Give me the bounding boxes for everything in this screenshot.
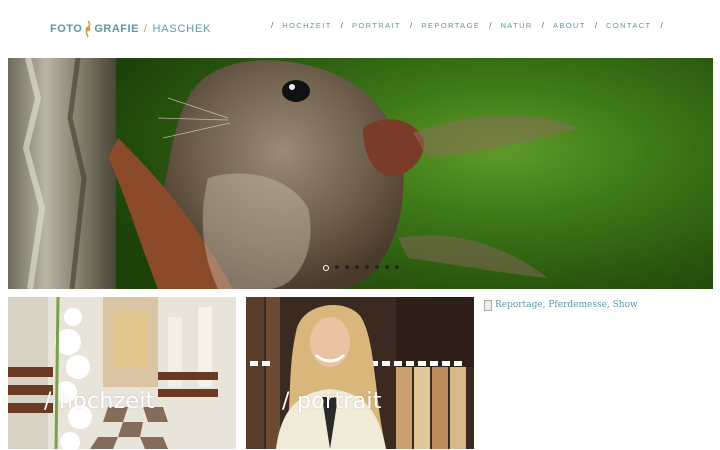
tile-label: / hochzeit xyxy=(44,389,155,414)
slider-dot[interactable] xyxy=(344,265,349,269)
logo-text-grafie: GRAFIE xyxy=(94,23,139,35)
nav-separator: / xyxy=(271,20,274,30)
tile-hochzeit[interactable]: / hochzeit xyxy=(8,297,236,449)
broken-image-icon xyxy=(484,299,492,311)
nav-item-about[interactable]: ABOUT xyxy=(553,21,586,30)
nav-separator: / xyxy=(594,20,598,30)
site-logo[interactable]: FOTO GRAFIE / HASCHEK xyxy=(50,20,211,38)
nav-item-hochzeit[interactable]: HOCHZEIT xyxy=(282,21,332,30)
nav-separator: / xyxy=(340,20,343,30)
squirrel-photo xyxy=(8,58,578,289)
slider-dot[interactable] xyxy=(374,265,379,269)
slider-dot[interactable] xyxy=(354,265,359,269)
slider-dot[interactable] xyxy=(384,265,389,269)
logo-separator: / xyxy=(143,23,148,35)
nav-item-portrait[interactable]: PORTRAIT xyxy=(352,21,401,30)
tile-label: / portrait xyxy=(282,389,382,414)
header: FOTO GRAFIE / HASCHEK / HOCHZEIT / PORTR… xyxy=(0,0,720,50)
logo-text-name: HASCHEK xyxy=(152,23,212,35)
slider-dot[interactable] xyxy=(364,265,369,269)
portrait-photo xyxy=(246,297,474,449)
nav-separator: / xyxy=(489,20,492,30)
nav-item-reportage[interactable]: REPORTAGE xyxy=(421,21,480,30)
logo-text-foto: FOTO xyxy=(50,23,83,35)
nav-separator: / xyxy=(409,20,413,30)
slider-dots xyxy=(8,265,713,271)
tile-portrait[interactable]: / portrait xyxy=(246,297,474,449)
camera-figure-icon xyxy=(85,20,91,38)
wedding-photo xyxy=(8,297,236,449)
slider-dot[interactable] xyxy=(394,265,399,269)
main-nav: / HOCHZEIT / PORTRAIT / REPORTAGE / NATU… xyxy=(262,18,672,32)
slider-dot[interactable] xyxy=(322,265,329,271)
broken-image-alt-text: Reportage, Pferdemesse, Show xyxy=(495,300,638,310)
nav-item-contact[interactable]: CONTACT xyxy=(606,21,652,30)
slider-dot[interactable] xyxy=(334,265,339,269)
hero-slider[interactable] xyxy=(8,58,713,289)
nav-separator: / xyxy=(541,20,544,30)
tile-reportage-broken-image[interactable]: Reportage, Pferdemesse, Show xyxy=(484,297,712,313)
nav-item-natur[interactable]: NATUR xyxy=(500,21,532,30)
nav-separator: / xyxy=(660,20,663,30)
